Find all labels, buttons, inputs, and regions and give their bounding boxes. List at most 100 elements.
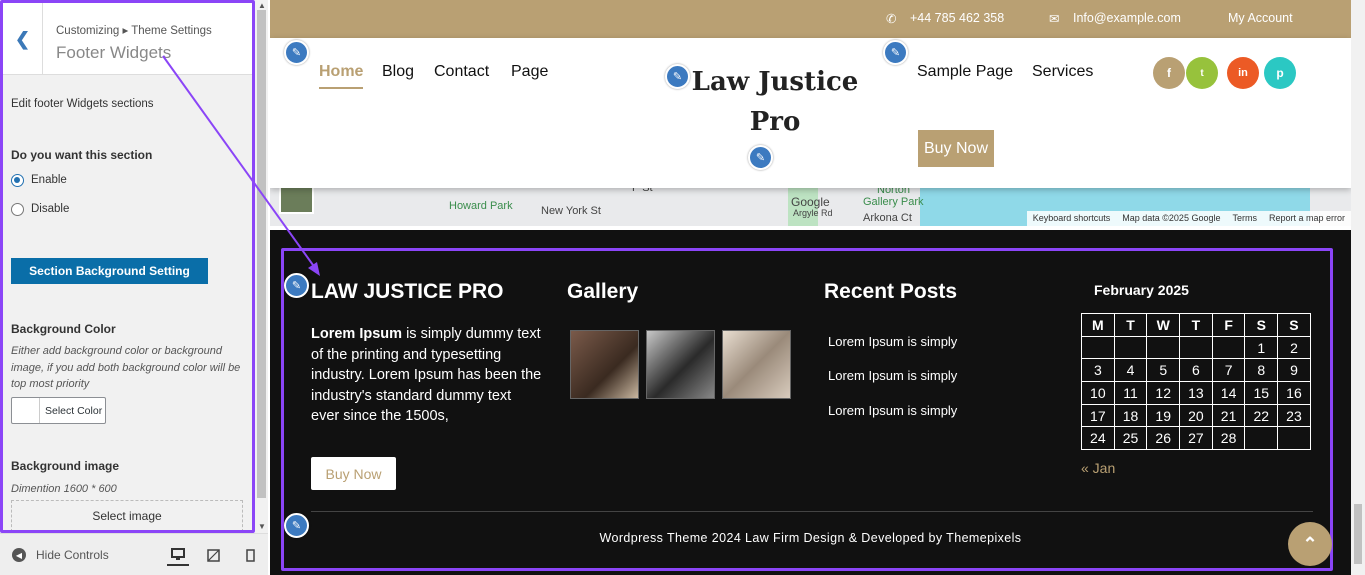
panel-description: Edit footer Widgets sections: [11, 98, 154, 110]
email-address[interactable]: Info@example.com: [1073, 11, 1181, 25]
gallery-image[interactable]: [722, 330, 791, 399]
calendar-day: 20: [1179, 403, 1213, 428]
site-title-line1: Law Justice: [691, 67, 859, 97]
calendar-day: 7: [1211, 358, 1246, 383]
footer-widgets: LAW JUSTICE PRO Lorem Ipsum is simply du…: [270, 230, 1351, 575]
edit-pencil-icon[interactable]: ✎: [665, 64, 690, 89]
calendar-day: 19: [1146, 403, 1181, 428]
gallery-image[interactable]: [570, 330, 639, 399]
calendar-day-header: T: [1179, 313, 1213, 337]
map-data-text: Map data ©2025 Google: [1122, 213, 1221, 223]
sidebar-header: ❮ Customizing ▸ Theme Settings Footer Wi…: [3, 3, 252, 75]
preview-scrollbar[interactable]: [1351, 0, 1365, 575]
twitter-icon[interactable]: t: [1186, 57, 1218, 89]
hide-controls-icon[interactable]: ◀: [12, 548, 26, 562]
recent-post-link[interactable]: Lorem Ipsum is simply: [828, 403, 957, 418]
calendar-day: 24: [1081, 426, 1115, 451]
sidebar-scrollbar[interactable]: ▲ ▼: [255, 0, 268, 533]
nav-sample-page[interactable]: Sample Page: [917, 63, 1013, 81]
calendar-day: 12: [1146, 381, 1181, 405]
background-color-help: Either add background color or backgroun…: [11, 345, 241, 390]
footer-about-text: Lorem Ipsum is simply dummy text of the …: [311, 324, 543, 427]
enable-label: Enable: [31, 174, 67, 186]
facebook-icon[interactable]: f: [1153, 57, 1185, 89]
calendar-day: 27: [1179, 426, 1213, 451]
pinterest-icon[interactable]: p: [1264, 57, 1296, 89]
nav-home[interactable]: Home: [319, 63, 364, 89]
my-account-link[interactable]: My Account: [1228, 11, 1293, 25]
nav-blog[interactable]: Blog: [382, 63, 414, 81]
site-title-line2: Pro: [749, 107, 801, 137]
calendar-day: 10: [1081, 381, 1115, 405]
calendar-day: 9: [1277, 358, 1311, 383]
phone-number[interactable]: +44 785 462 358: [910, 11, 1004, 25]
calendar-day: 17: [1081, 403, 1115, 428]
gallery-image[interactable]: [646, 330, 715, 399]
nav-contact[interactable]: Contact: [434, 63, 489, 81]
calendar-day: 1: [1244, 335, 1279, 360]
calendar-day: 18: [1113, 403, 1148, 428]
edit-pencil-icon[interactable]: ✎: [284, 40, 309, 65]
calendar-day: 25: [1113, 426, 1148, 451]
calendar-day-header: S: [1277, 313, 1311, 337]
edit-pencil-icon[interactable]: ✎: [748, 145, 773, 170]
select-color-button[interactable]: Select Color: [11, 397, 106, 424]
select-image-button[interactable]: Select image: [11, 500, 243, 530]
map-attribution: Keyboard shortcuts Map data ©2025 Google…: [1026, 211, 1351, 226]
calendar-day: 16: [1277, 381, 1311, 405]
calendar-day: 11: [1113, 381, 1148, 405]
calendar-day: 21: [1211, 403, 1246, 428]
tablet-preview-icon[interactable]: [205, 547, 221, 563]
section-background-setting-button[interactable]: Section Background Setting: [11, 258, 208, 284]
map-label: Gallery Park: [863, 196, 924, 208]
calendar-prev-month-link[interactable]: « Jan: [1081, 460, 1115, 476]
scroll-up-arrow-icon[interactable]: ▲: [258, 1, 266, 10]
calendar-day: [1081, 335, 1115, 360]
desktop-preview-icon[interactable]: [167, 544, 189, 566]
report-map-error-link[interactable]: Report a map error: [1269, 213, 1345, 224]
header-buy-now-button[interactable]: Buy Now: [918, 130, 994, 167]
background-image-dimension: Dimention 1600 * 600: [11, 483, 117, 495]
calendar-day: 15: [1244, 381, 1279, 405]
calendar-day: 8: [1244, 358, 1279, 383]
calendar-day: 14: [1211, 381, 1246, 405]
main-navigation: Home Blog Contact Page Law Justice Pro S…: [270, 38, 1351, 188]
edit-pencil-icon[interactable]: ✎: [284, 513, 309, 538]
envelope-icon: ✉: [1049, 12, 1060, 26]
scroll-down-arrow-icon[interactable]: ▼: [258, 522, 266, 531]
site-title[interactable]: Law Justice Pro: [685, 62, 865, 142]
linkedin-icon[interactable]: in: [1227, 57, 1259, 89]
sidebar-scroll-thumb[interactable]: [257, 10, 266, 498]
calendar-day: 23: [1277, 403, 1311, 428]
recent-post-link[interactable]: Lorem Ipsum is simply: [828, 334, 957, 349]
footer-buy-now-button[interactable]: Buy Now: [311, 457, 396, 490]
calendar-day: 13: [1179, 381, 1213, 405]
calendar-day: [1277, 426, 1311, 451]
calendar-day: 22: [1244, 403, 1279, 428]
enable-radio[interactable]: [11, 174, 24, 187]
nav-page[interactable]: Page: [511, 63, 548, 81]
customizer-window: ❮ Customizing ▸ Theme Settings Footer Wi…: [0, 0, 1365, 575]
recent-post-link[interactable]: Lorem Ipsum is simply: [828, 368, 957, 383]
disable-radio[interactable]: [11, 203, 24, 216]
edit-pencil-icon[interactable]: ✎: [883, 40, 908, 65]
calendar-caption: February 2025: [1094, 282, 1189, 298]
map-label: Arkona Ct: [863, 212, 912, 224]
color-swatch: [12, 398, 40, 423]
hide-controls-button[interactable]: Hide Controls: [36, 548, 109, 562]
calendar-day: 28: [1211, 426, 1246, 451]
customizer-sidebar: ❮ Customizing ▸ Theme Settings Footer Wi…: [0, 0, 255, 533]
back-button[interactable]: ❮: [3, 3, 43, 75]
map-satellite-toggle[interactable]: [279, 184, 314, 214]
nav-services[interactable]: Services: [1032, 63, 1093, 81]
scroll-to-top-button[interactable]: ⌃: [1288, 522, 1332, 566]
select-color-label: Select Color: [45, 405, 103, 417]
calendar-day-header: S: [1244, 313, 1279, 337]
top-bar: ✆ +44 785 462 358 ✉ Info@example.com My …: [270, 0, 1351, 38]
calendar-day: [1179, 335, 1213, 360]
terms-link[interactable]: Terms: [1232, 213, 1257, 224]
edit-pencil-icon[interactable]: ✎: [284, 273, 309, 298]
mobile-preview-icon[interactable]: [242, 547, 258, 563]
keyboard-shortcuts-link[interactable]: Keyboard shortcuts: [1033, 213, 1111, 224]
preview-scroll-thumb[interactable]: [1354, 504, 1362, 564]
